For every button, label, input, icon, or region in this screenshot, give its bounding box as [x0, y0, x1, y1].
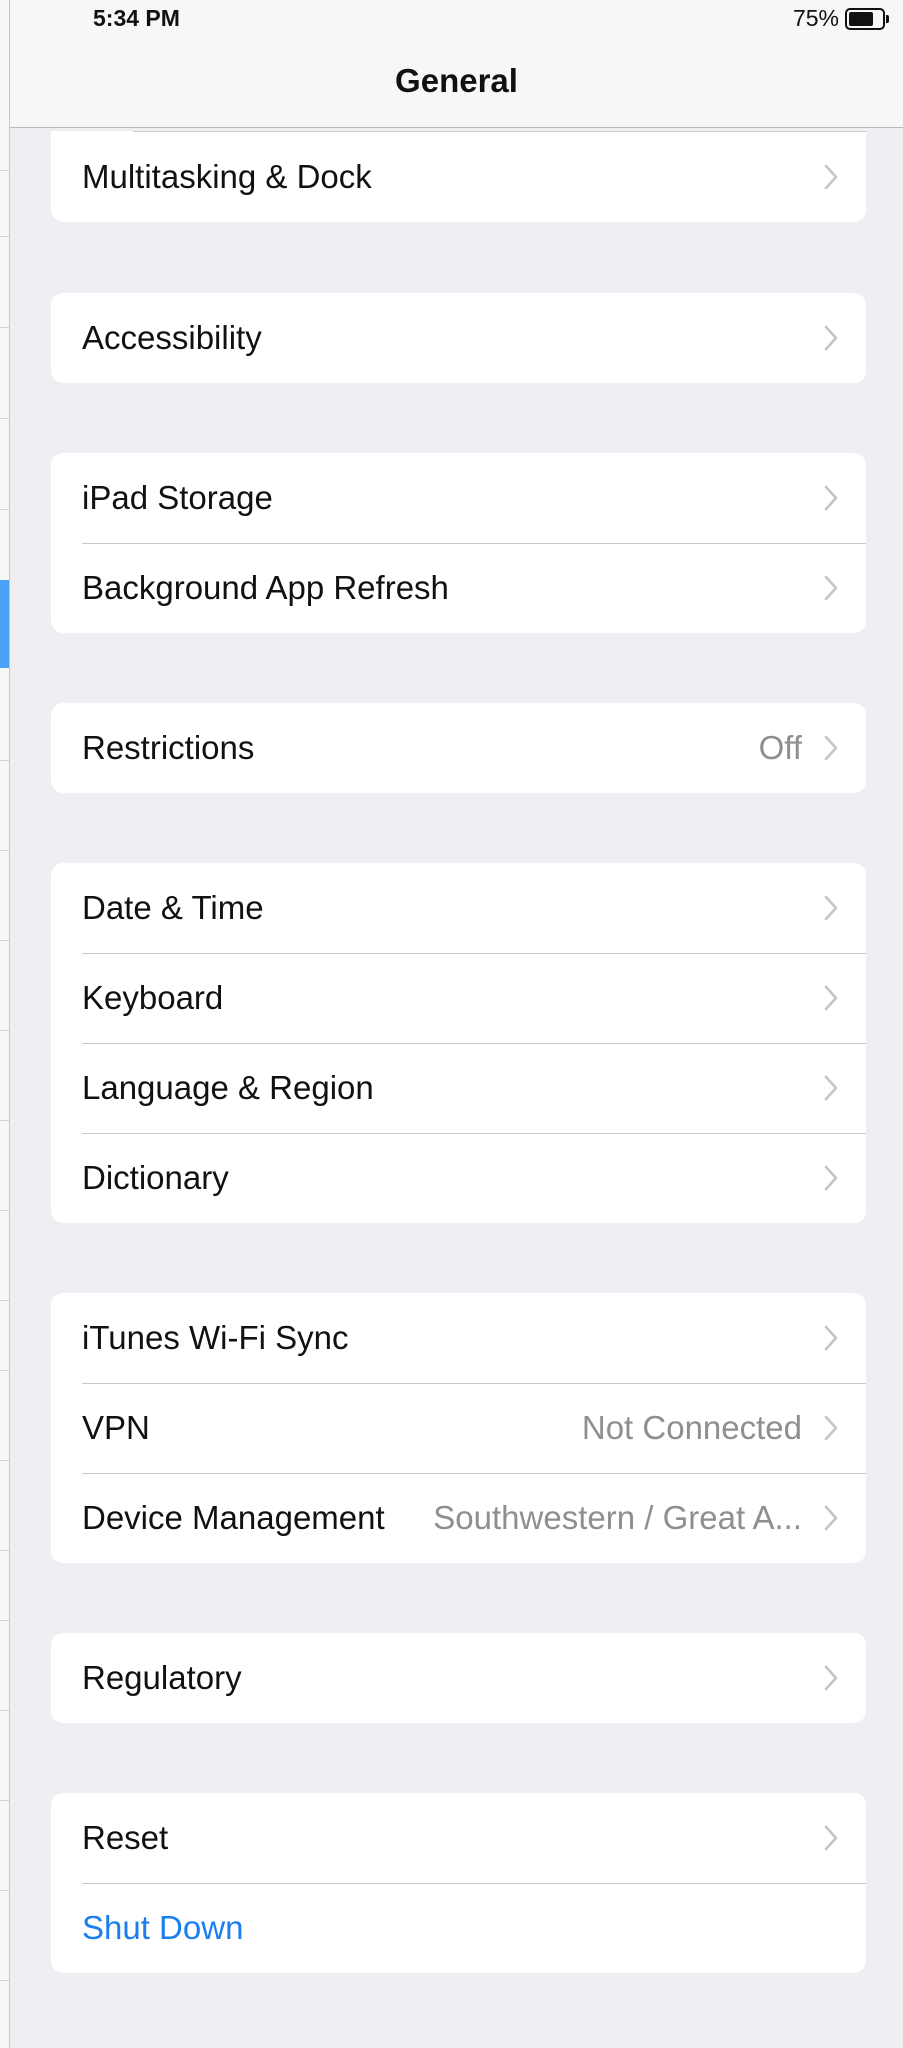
- chevron-right-icon: [824, 1075, 838, 1101]
- row-background-app-refresh[interactable]: Background App Refresh: [51, 543, 866, 633]
- chevron-right-icon: [824, 1415, 838, 1441]
- divider: [0, 418, 9, 419]
- row-label: Regulatory: [82, 1659, 242, 1696]
- divider: [0, 1620, 9, 1621]
- battery-fill: [849, 11, 873, 26]
- row-label: Dictionary: [82, 1159, 229, 1196]
- divider: [0, 1550, 9, 1551]
- navigation-bar: 5:34 PM 75% General: [10, 0, 903, 128]
- settings-group-restrictions: Restrictions Off: [51, 703, 866, 793]
- shut-down-button[interactable]: Shut Down: [51, 1883, 866, 1973]
- chevron-right-icon: [824, 1165, 838, 1191]
- settings-group-regulatory: Regulatory: [51, 1633, 866, 1723]
- battery-percent: 75%: [792, 5, 839, 31]
- divider: [0, 760, 9, 761]
- divider: [0, 1800, 9, 1801]
- row-device-management[interactable]: Device Management Southwestern / Great A…: [51, 1473, 866, 1563]
- row-label: Accessibility: [82, 319, 262, 356]
- divider: [0, 1710, 9, 1711]
- row-keyboard[interactable]: Keyboard: [51, 953, 866, 1043]
- settings-group-accessibility: Accessibility: [51, 293, 866, 383]
- row-label: Keyboard: [82, 979, 224, 1016]
- settings-group-storage: iPad Storage Background App Refresh: [51, 453, 866, 633]
- row-label: VPN: [82, 1409, 150, 1446]
- chevron-right-icon: [824, 325, 838, 351]
- chevron-right-icon: [824, 735, 838, 761]
- row-label: Reset: [82, 1819, 169, 1856]
- divider: [0, 170, 9, 171]
- row-value: Off: [758, 729, 802, 766]
- divider: [0, 236, 9, 237]
- divider: [0, 1460, 9, 1461]
- divider: [0, 1300, 9, 1301]
- divider: [0, 1890, 9, 1891]
- shut-down-label: Shut Down: [82, 1909, 244, 1946]
- row-dictionary[interactable]: Dictionary: [51, 1133, 866, 1223]
- divider: [0, 1370, 9, 1371]
- row-date-time[interactable]: Date & Time: [51, 863, 866, 953]
- divider: [0, 850, 9, 851]
- row-multitasking-dock[interactable]: Multitasking & Dock: [51, 131, 866, 222]
- chevron-right-icon: [824, 575, 838, 601]
- divider: [0, 509, 9, 510]
- divider: [0, 1210, 9, 1211]
- row-reset[interactable]: Reset: [51, 1793, 866, 1883]
- row-label: Background App Refresh: [82, 569, 449, 606]
- row-accessibility[interactable]: Accessibility: [51, 293, 866, 383]
- row-regulatory[interactable]: Regulatory: [51, 1633, 866, 1723]
- chevron-right-icon: [824, 164, 838, 189]
- row-label: iTunes Wi-Fi Sync: [82, 1319, 349, 1356]
- row-language-region[interactable]: Language & Region: [51, 1043, 866, 1133]
- row-label: Restrictions: [82, 729, 255, 766]
- divider: [0, 1030, 9, 1031]
- divider: [0, 1980, 9, 1981]
- chevron-right-icon: [824, 985, 838, 1011]
- selected-master-item[interactable]: [0, 580, 9, 668]
- chevron-right-icon: [824, 895, 838, 921]
- row-vpn[interactable]: VPN Not Connected: [51, 1383, 866, 1473]
- status-time: 5:34 PM: [93, 5, 180, 31]
- settings-group-multitasking: Multitasking & Dock: [51, 131, 866, 222]
- row-value: Not Connected: [581, 1409, 802, 1446]
- chevron-right-icon: [824, 1505, 838, 1531]
- row-label: Language & Region: [82, 1069, 374, 1106]
- divider: [0, 327, 9, 328]
- master-pane-edge: [0, 0, 10, 2048]
- battery-nub: [886, 14, 889, 23]
- row-label: Date & Time: [82, 889, 264, 926]
- row-value: Southwestern / Great A...: [433, 1499, 802, 1536]
- settings-group-localization: Date & Time Keyboard Language & Region D…: [51, 863, 866, 1223]
- chevron-right-icon: [824, 1325, 838, 1351]
- status-battery: 75%: [793, 5, 889, 32]
- divider: [0, 940, 9, 941]
- page-title: General: [395, 62, 518, 99]
- battery-icon: [845, 7, 889, 30]
- chevron-right-icon: [824, 1665, 838, 1691]
- row-itunes-wifi-sync[interactable]: iTunes Wi-Fi Sync: [51, 1293, 866, 1383]
- chevron-right-icon: [824, 1825, 838, 1851]
- row-label: Multitasking & Dock: [82, 157, 372, 195]
- row-label: Device Management: [82, 1499, 385, 1536]
- chevron-right-icon: [824, 485, 838, 511]
- row-ipad-storage[interactable]: iPad Storage: [51, 453, 866, 543]
- row-restrictions[interactable]: Restrictions Off: [51, 703, 866, 793]
- settings-group-reset: Reset Shut Down: [51, 1793, 866, 1973]
- divider: [0, 1120, 9, 1121]
- settings-group-connectivity: iTunes Wi-Fi Sync VPN Not Connected Devi…: [51, 1293, 866, 1563]
- row-label: iPad Storage: [82, 479, 273, 516]
